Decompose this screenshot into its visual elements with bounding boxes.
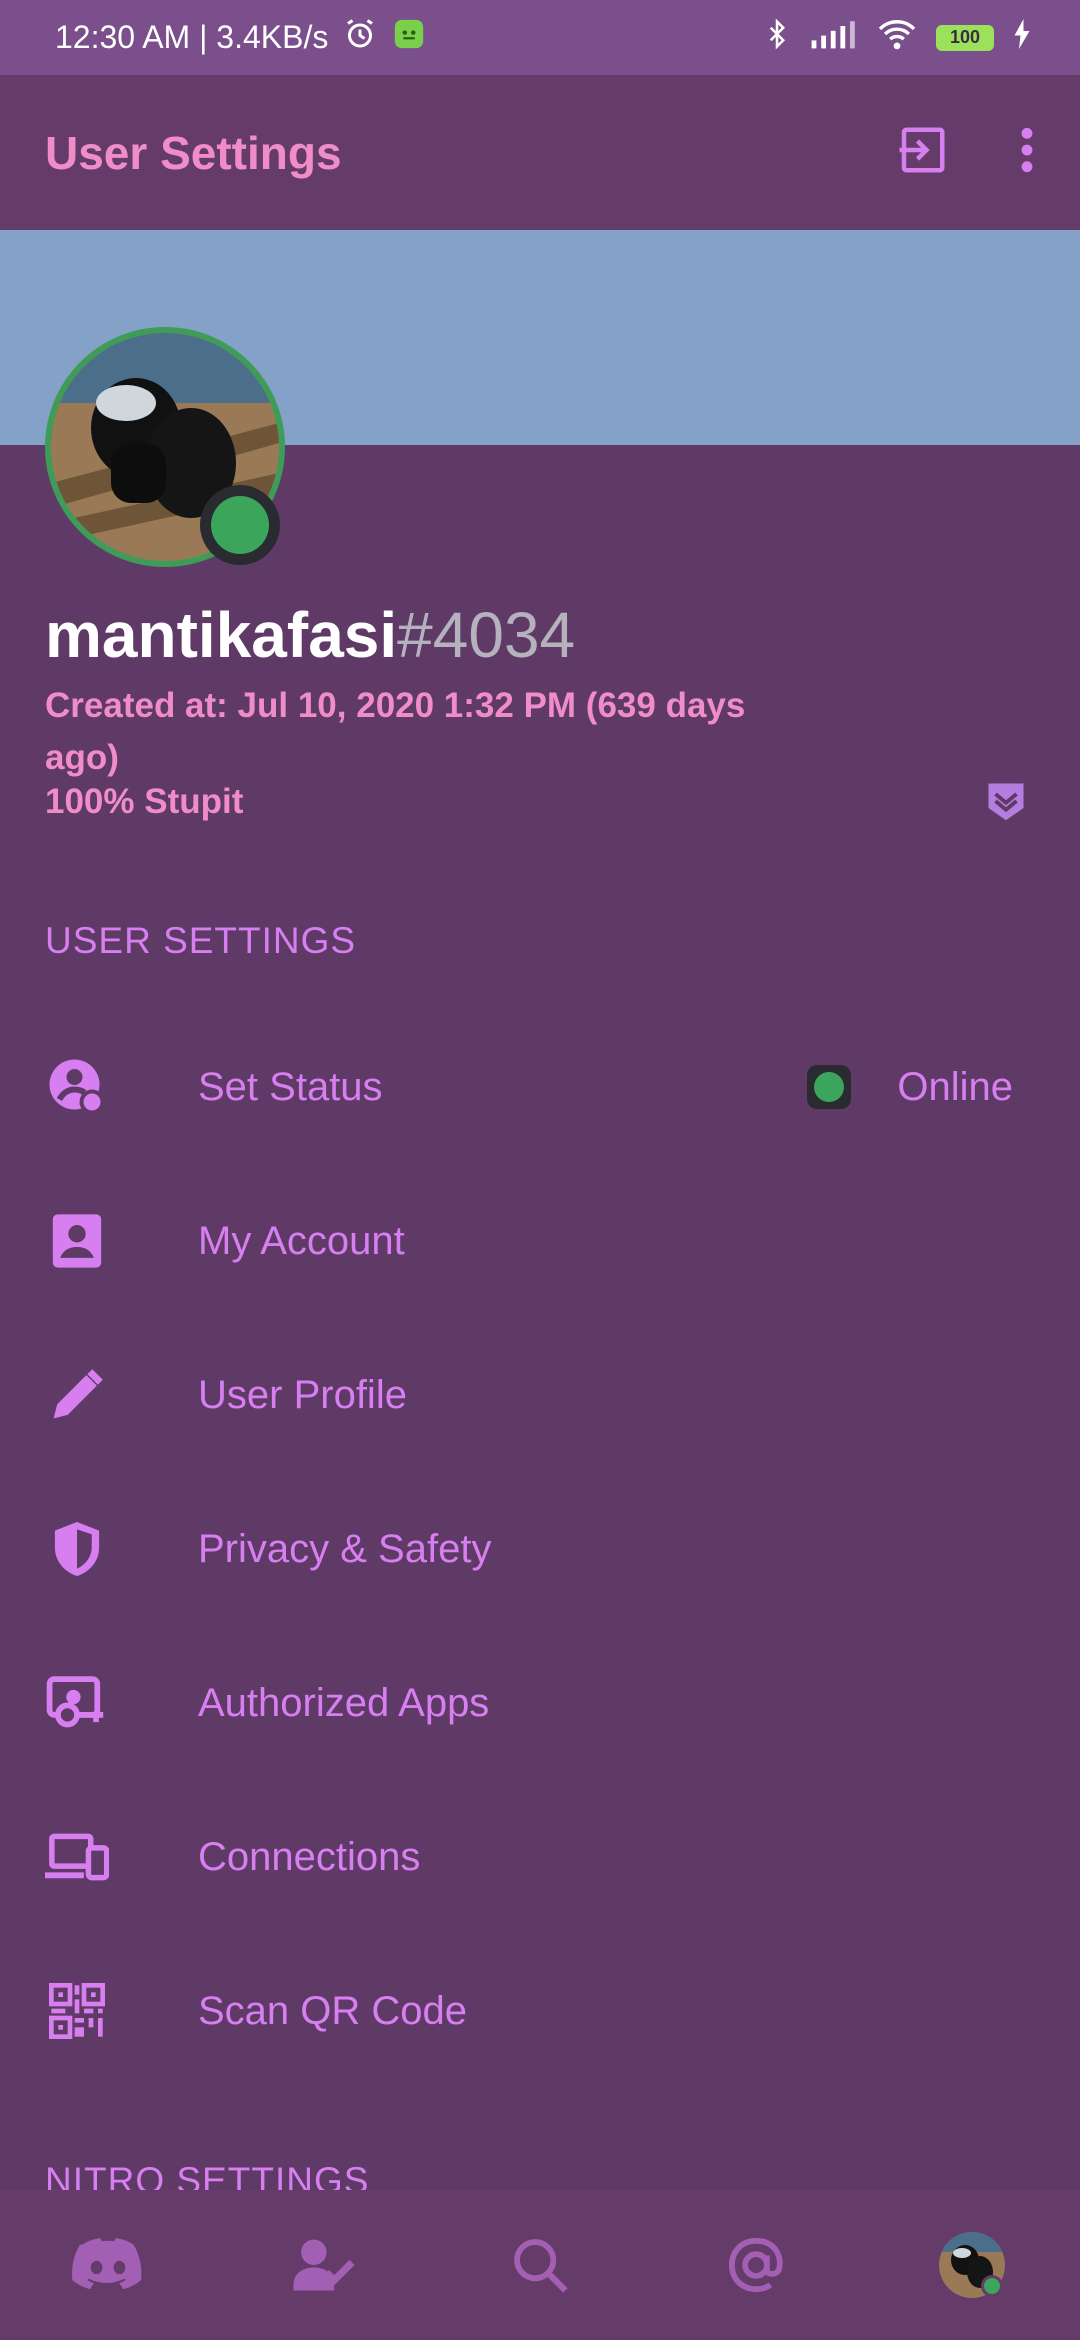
menu-label-privacy-safety: Privacy & Safety [198, 1526, 492, 1571]
chevron-down-icon [988, 783, 1024, 821]
profile-avatar [939, 2232, 1005, 2298]
menu-item-scan-qr-code[interactable]: Scan QR Code [0, 1936, 1080, 2086]
menu-item-set-status[interactable]: Set Status Online [0, 1012, 1080, 1162]
current-status-value: Online [897, 1064, 1013, 1109]
nav-friends[interactable] [279, 2220, 369, 2310]
nav-profile[interactable] [927, 2220, 1017, 2310]
status-icon [45, 1055, 109, 1119]
menu-item-authorized-apps[interactable]: Authorized Apps [0, 1628, 1080, 1778]
menu-label-my-account: My Account [198, 1218, 405, 1263]
user-settings-header: USER SETTINGS [45, 920, 357, 961]
bluetooth-icon [762, 16, 792, 60]
nav-mentions[interactable] [711, 2220, 801, 2310]
app-bar: User Settings [0, 75, 1080, 230]
nav-home[interactable] [63, 2220, 153, 2310]
menu-label-scan-qr-code: Scan QR Code [198, 1988, 468, 2033]
current-status: Online [807, 1065, 1013, 1110]
search-icon [514, 2239, 568, 2293]
bottom-navigation [0, 2190, 1080, 2340]
logout-icon [899, 127, 945, 173]
friends-icon [293, 2239, 355, 2291]
nitro-settings-header: NITRO SETTINGS [45, 2160, 370, 2190]
logout-button[interactable] [895, 123, 949, 182]
menu-item-my-account[interactable]: My Account [0, 1166, 1080, 1316]
about-me-text: 100% Stupit [45, 782, 244, 821]
discriminator: #4034 [397, 599, 576, 671]
online-status-icon [807, 1065, 852, 1109]
expand-profile-button[interactable] [985, 780, 1027, 822]
shield-icon [45, 1517, 109, 1581]
menu-item-user-profile[interactable]: User Profile [0, 1320, 1080, 1470]
signal-icon [810, 18, 858, 58]
username-text: mantikafasi [45, 599, 398, 671]
menu-item-privacy-safety[interactable]: Privacy & Safety [0, 1474, 1080, 1624]
devices-icon [45, 1825, 109, 1889]
pencil-icon [45, 1363, 109, 1427]
menu-label-user-profile: User Profile [198, 1372, 407, 1417]
online-presence-indicator [200, 485, 280, 565]
discord-home-icon [72, 2238, 142, 2290]
more-options-button[interactable] [1019, 125, 1035, 180]
battery-indicator: 100 [936, 24, 994, 51]
more-vertical-icon [1021, 127, 1033, 173]
menu-label-set-status: Set Status [198, 1064, 383, 1109]
account-icon [45, 1209, 109, 1273]
qr-code-icon [45, 1979, 109, 2043]
app-notification-icon [392, 17, 426, 59]
nav-search[interactable] [495, 2220, 585, 2310]
alarm-icon [342, 16, 378, 60]
mentions-icon [728, 2237, 783, 2293]
wifi-icon [876, 17, 918, 59]
menu-item-connections[interactable]: Connections [0, 1782, 1080, 1932]
profile-username: mantikafasi#4034 [45, 598, 575, 672]
charging-icon [1012, 18, 1032, 57]
menu-label-authorized-apps: Authorized Apps [198, 1680, 490, 1725]
account-created-date: Created at: Jul 10, 2020 1:32 PM (639 da… [45, 686, 746, 777]
status-bar: 12:30 AM | 3.4KB/s 100 [0, 0, 1080, 75]
status-time: 12:30 AM | 3.4KB/s [55, 19, 329, 55]
menu-label-connections: Connections [198, 1834, 421, 1879]
authorized-apps-icon [45, 1671, 109, 1735]
page-title: User Settings [45, 126, 342, 179]
